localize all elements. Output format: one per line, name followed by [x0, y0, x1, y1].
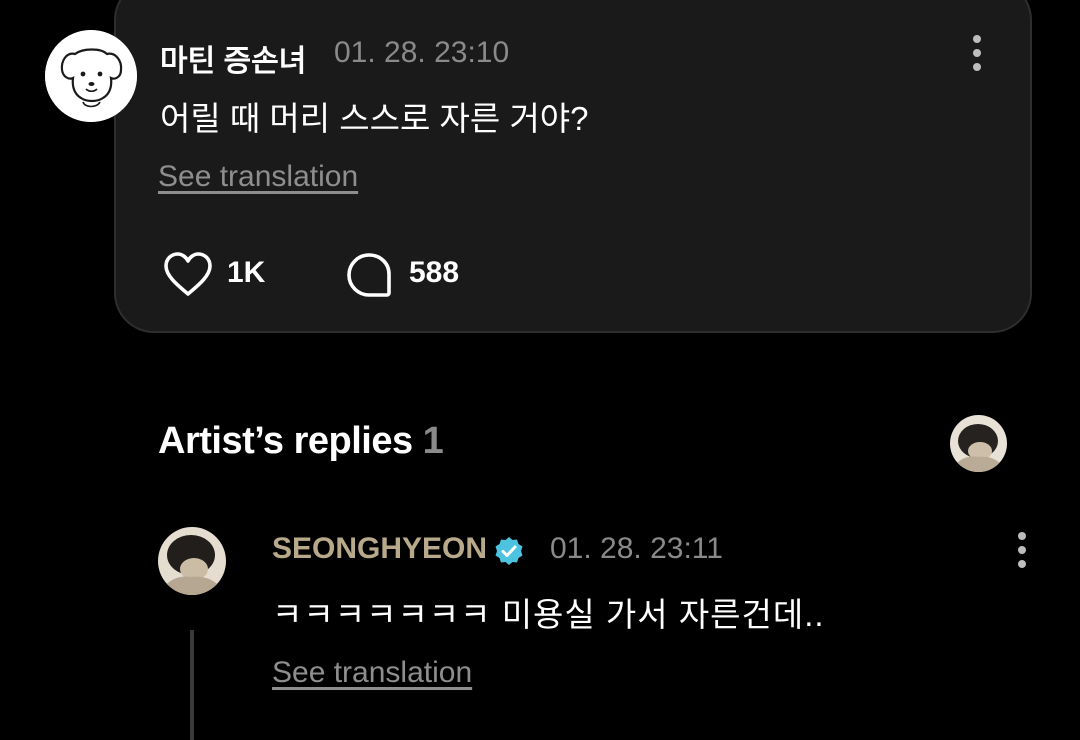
reply-author-name[interactable]: SEONGHYEON — [272, 532, 487, 566]
see-translation-link[interactable]: See translation — [158, 160, 358, 194]
reply-text: ㅋㅋㅋㅋㅋㅋㅋ 미용실 가서 자른건데.. — [272, 596, 825, 633]
artist-replies-heading: Artist’s replies 1 — [158, 420, 444, 463]
thread-line — [190, 630, 194, 740]
artist-avatar-small[interactable] — [950, 415, 1007, 472]
comment-bubble-icon[interactable] — [346, 252, 392, 298]
post-timestamp: 01. 28. 23:10 — [334, 36, 510, 69]
comment-count: 588 — [409, 256, 460, 289]
artist-replies-count: 1 — [422, 420, 444, 462]
artist-replies-title: Artist’s replies — [158, 420, 413, 462]
see-translation-link[interactable]: See translation — [272, 656, 472, 690]
heart-icon[interactable] — [162, 250, 214, 300]
artist-avatar[interactable] — [158, 527, 226, 595]
more-vertical-icon[interactable] — [1015, 530, 1029, 570]
puppy-avatar-icon[interactable] — [45, 30, 137, 122]
more-vertical-icon[interactable] — [970, 33, 984, 73]
reply-timestamp: 01. 28. 23:11 — [550, 532, 723, 565]
like-count: 1K — [227, 256, 266, 289]
post-text: 어릴 때 머리 스스로 자른 거야? — [160, 100, 589, 137]
post-author-name[interactable]: 마틴 증손녀 — [160, 36, 306, 80]
verified-badge-icon — [494, 536, 524, 566]
